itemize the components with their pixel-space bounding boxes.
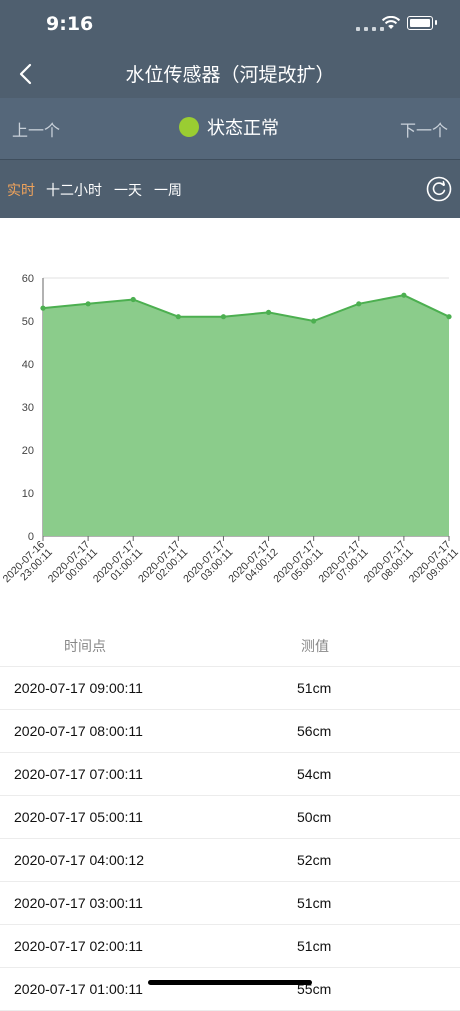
y-tick-label: 60 <box>22 273 34 285</box>
row-value: 50cm <box>297 809 332 825</box>
table-row: 2020-07-17 05:00:11 50cm <box>0 796 460 839</box>
y-tick-label: 40 <box>22 359 34 371</box>
table-row: 2020-07-17 04:00:12 52cm <box>0 839 460 882</box>
tab-twelve-hours[interactable]: 十二小时 <box>46 180 102 200</box>
row-time: 2020-07-17 01:00:11 <box>14 981 143 997</box>
table-row: 2020-07-17 03:00:11 51cm <box>0 882 460 925</box>
header-bar: 9:16 水位传感器（河堤改扩） 上一个 状态正常 下一个 实时 十二小时 一天… <box>0 0 460 218</box>
refresh-icon <box>426 176 452 202</box>
y-tick-label: 30 <box>22 402 34 414</box>
table-row: 2020-07-17 07:00:11 54cm <box>0 753 460 796</box>
row-value: 52cm <box>297 852 332 868</box>
row-time: 2020-07-17 02:00:11 <box>14 938 143 954</box>
wifi-icon <box>381 16 401 29</box>
table-row: 2020-07-17 01:00:11 55cm <box>0 968 460 1011</box>
water-level-chart: 01020304050602020-07-1623:00:112020-07-1… <box>1 273 460 593</box>
x-tick-label: 2020-07-1702:00:11 <box>136 539 190 593</box>
x-tick-label: 2020-07-1709:00:11 <box>407 539 460 593</box>
status-indicator: 状态正常 <box>179 114 279 140</box>
refresh-button[interactable] <box>426 176 452 202</box>
table-row: 2020-07-17 09:00:11 51cm <box>0 667 460 710</box>
home-indicator <box>148 980 312 985</box>
sensor-nav: 上一个 状态正常 下一个 <box>0 98 460 159</box>
data-point <box>130 296 136 303</box>
data-point <box>175 314 181 320</box>
y-tick-label: 0 <box>28 531 34 543</box>
next-sensor-button[interactable]: 下一个 <box>400 117 448 141</box>
table-row: 2020-07-17 02:00:11 51cm <box>0 925 460 968</box>
time-range-tabs: 实时 十二小时 一天 一周 <box>0 160 460 218</box>
row-time: 2020-07-17 08:00:11 <box>14 723 143 739</box>
status-dot-icon <box>179 117 199 137</box>
series-area <box>43 295 449 536</box>
column-header-time: 时间点 <box>64 639 106 655</box>
row-value: 51cm <box>297 680 332 696</box>
y-tick-label: 20 <box>22 445 34 457</box>
y-tick-label: 50 <box>22 316 34 328</box>
signal-icon <box>356 27 384 31</box>
x-tick-label: 2020-07-1623:00:11 <box>1 539 55 593</box>
row-value: 51cm <box>297 938 332 954</box>
row-time: 2020-07-17 05:00:11 <box>14 809 143 825</box>
x-tick-label: 2020-07-1705:00:11 <box>271 539 325 593</box>
row-time: 2020-07-17 07:00:11 <box>14 766 143 782</box>
data-point <box>311 318 317 324</box>
battery-icon <box>407 16 437 30</box>
row-time: 2020-07-17 09:00:11 <box>14 680 143 696</box>
column-header-value: 测值 <box>301 639 329 655</box>
data-point <box>356 301 362 307</box>
table-row: 2020-07-17 08:00:11 56cm <box>0 710 460 753</box>
data-point <box>40 305 46 311</box>
row-value: 56cm <box>297 723 332 739</box>
row-value: 51cm <box>297 895 332 911</box>
data-point <box>85 301 91 307</box>
prev-sensor-button[interactable]: 上一个 <box>12 117 60 141</box>
page-title: 水位传感器（河堤改扩） <box>125 64 335 86</box>
y-tick-label: 10 <box>22 488 34 500</box>
data-point <box>401 292 407 298</box>
data-point <box>265 309 272 315</box>
row-time: 2020-07-17 04:00:12 <box>14 852 144 868</box>
tab-one-week[interactable]: 一周 <box>154 180 182 200</box>
tab-one-day[interactable]: 一天 <box>114 180 142 200</box>
row-value: 54cm <box>297 766 332 782</box>
x-tick-label: 2020-07-1703:00:11 <box>181 539 235 593</box>
table-header: 时间点 测值 <box>0 622 460 667</box>
readings-table: 时间点 测值 2020-07-17 09:00:11 51cm 2020-07-1… <box>0 622 460 1011</box>
data-point <box>446 314 452 320</box>
x-tick-label: 2020-07-1701:00:11 <box>91 539 145 593</box>
row-time: 2020-07-17 03:00:11 <box>14 895 143 911</box>
x-tick-label: 2020-07-1700:00:11 <box>46 539 100 593</box>
x-tick-label: 2020-07-1708:00:11 <box>362 539 416 593</box>
status-text: 状态正常 <box>207 118 279 139</box>
tab-realtime[interactable]: 实时 <box>7 180 35 200</box>
x-tick-label: 2020-07-1704:00:12 <box>226 539 280 593</box>
status-time: 9:16 <box>46 13 94 35</box>
data-point <box>220 314 227 320</box>
x-tick-label: 2020-07-1707:00:11 <box>316 539 370 593</box>
